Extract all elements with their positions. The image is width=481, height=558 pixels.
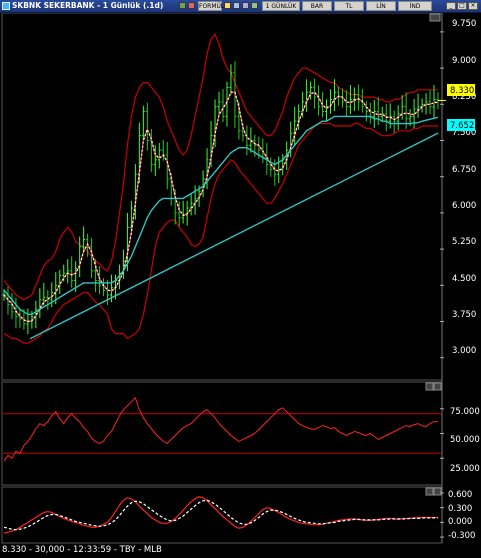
ma-value-badge: 7.652	[447, 119, 475, 131]
price-panel-frame	[1, 13, 443, 381]
ma-value-label: 7.652	[450, 121, 474, 131]
rsi-tick: 25.000	[450, 464, 480, 474]
price-tick: 6.000	[452, 201, 476, 211]
short-ma-line	[3, 91, 439, 323]
rsi-panel-settings-button[interactable]	[425, 382, 434, 391]
toolbar-formula-button[interactable]: FORMÜL	[198, 1, 224, 11]
toolbar-currency-dropdown[interactable]: TL	[334, 1, 364, 11]
status-bar: 8.330 - 30,000 - 12:33:59 - TBY - MLB	[0, 545, 481, 558]
rsi-tick: 50.000	[450, 435, 480, 445]
rsi-panel-close-button[interactable]	[433, 382, 442, 391]
price-tick: 3.000	[452, 346, 476, 356]
price-axis: 9.750 9.000 8.250 7.500 6.750 6.000 5.25…	[452, 19, 476, 356]
status-text: 8.330 - 30,000 - 12:33:59 - TBY - MLB	[2, 545, 162, 555]
minimize-button[interactable]: _	[446, 2, 456, 10]
rsi-line	[3, 396, 438, 462]
toolbar-settings-icon[interactable]	[242, 2, 249, 9]
chart-canvas[interactable]: 9.750 9.000 8.250 7.500 6.750 6.000 5.25…	[0, 13, 481, 558]
rsi-tick: 75.000	[450, 407, 480, 417]
toolbar-indicator-dropdown[interactable]: İND	[398, 1, 432, 11]
window-titlebar: SKBNK SEKERBANK - 1 Günlük (.1d) FORMÜL …	[0, 0, 481, 13]
macd-axis: 0.600 0.300 0.000 -0.300	[448, 490, 475, 541]
bollinger-upper-line	[3, 33, 438, 301]
macd-tick: 0.600	[448, 490, 472, 500]
toolbar-indicator-icon[interactable]	[188, 2, 195, 9]
chart-window-icon	[2, 2, 10, 10]
toolbar-scale-dropdown[interactable]: LİN	[366, 1, 396, 11]
macd-line	[3, 496, 438, 534]
bollinger-lower-line	[3, 122, 438, 344]
price-tick: 3.750	[452, 310, 476, 320]
macd-tick: 0.300	[448, 504, 472, 514]
price-tick: 9.000	[452, 56, 476, 66]
toolbar-zoom-icon[interactable]	[224, 2, 231, 9]
maximize-button[interactable]: □	[457, 2, 467, 10]
macd-panel	[3, 492, 444, 538]
price-tick: 9.750	[452, 19, 476, 29]
last-price-label: 8.330	[450, 86, 474, 96]
toolbar-period-dropdown[interactable]: 1 GÜNLÜK	[262, 1, 300, 11]
price-panel	[2, 31, 446, 359]
macd-tick: 0.000	[448, 517, 472, 527]
close-button[interactable]: ×	[468, 2, 478, 10]
moving-average-line	[3, 115, 439, 315]
price-tick: 4.500	[452, 274, 476, 284]
toolbar-chart-icon[interactable]	[179, 2, 186, 9]
toolbar-bar-dropdown[interactable]: BAR	[302, 1, 332, 11]
rsi-axis: 75.000 50.000 25.000	[450, 407, 480, 474]
rsi-panel-frame	[1, 381, 443, 486]
macd-panel-close-button[interactable]	[433, 487, 442, 496]
last-price-badge: 8.330	[447, 84, 475, 96]
rsi-panel	[3, 396, 444, 462]
toolbar-draw-icon[interactable]	[233, 2, 240, 9]
macd-tick: -0.300	[448, 531, 475, 541]
price-panel-close-button[interactable]	[429, 13, 441, 22]
window-title: SKBNK SEKERBANK - 1 Günlük (.1d)	[12, 1, 164, 10]
short-ma-line-red	[3, 91, 439, 323]
price-tick: 6.750	[452, 165, 476, 175]
macd-panel-settings-button[interactable]	[425, 487, 434, 496]
trendline	[29, 132, 439, 340]
price-tick: 5.250	[452, 237, 476, 247]
toolbar-refresh-icon[interactable]	[251, 2, 258, 9]
